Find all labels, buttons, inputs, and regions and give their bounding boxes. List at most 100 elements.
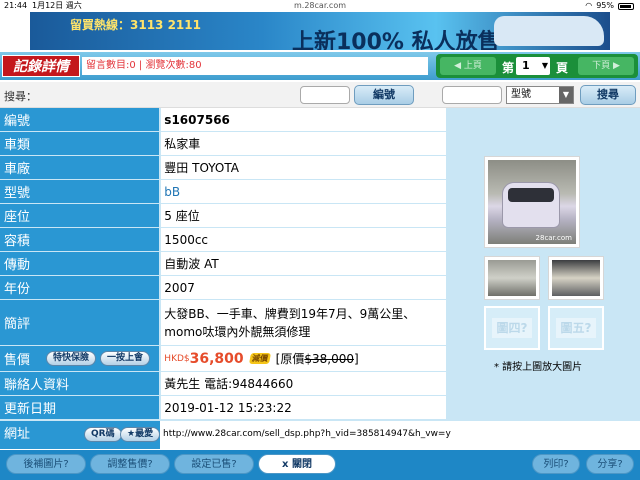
pager: ◀ 上頁 第 1 ▼ 頁 下頁 ▶	[436, 54, 638, 78]
set-sold-button[interactable]: 設定已售?	[174, 454, 254, 474]
search-button[interactable]: 搜尋	[580, 85, 636, 105]
record-header: 記錄詳情 留言數目:0 | 瀏覽次數:80 ◀ 上頁 第 1 ▼ 頁 下頁 ▶	[0, 52, 640, 80]
close-button[interactable]: x 關閉	[258, 454, 336, 474]
main-photo[interactable]: 28car.com	[484, 156, 580, 248]
remarks-label: 簡評	[0, 300, 160, 346]
status-bar: 21:44 1月12日 週六 m.28car.com ◠ 95%	[0, 0, 640, 12]
thumbnail-image	[552, 260, 600, 296]
detail-row-make: 車廠 豐田 TOYOTA	[0, 156, 446, 180]
transmission-value: 自動波 AT	[161, 252, 446, 276]
chevron-down-icon: ▼	[559, 87, 573, 103]
number-label: 編號	[0, 108, 160, 132]
make-value: 豐田 TOYOTA	[161, 156, 446, 180]
year-value: 2007	[161, 276, 446, 300]
next-page-label: 下頁	[592, 61, 611, 71]
photo-watermark: 28car.com	[535, 234, 572, 242]
add-photo-button[interactable]: 後補圖片?	[6, 454, 86, 474]
category-label: 車類	[0, 132, 160, 156]
remarks-value: 大發BB、一手車、牌費到19年7月、9萬公里、momo呔環內外靚無須修理	[161, 300, 446, 346]
thumbnail-image	[488, 260, 536, 296]
search-label: 搜尋：	[4, 90, 37, 103]
model-label: 型號	[0, 180, 160, 204]
next-page-button[interactable]: 下頁 ▶	[578, 57, 634, 75]
detail-row-url: 網址 QR碼 ★最愛 http://www.28car.com/sell_dsp…	[0, 420, 640, 449]
original-price-suffix: ]	[353, 351, 359, 366]
detail-row-updated: 更新日期 2019-01-12 15:23:22	[0, 396, 446, 420]
page-select[interactable]: 1 ▼	[516, 57, 550, 75]
contact-label: 聯絡人資料	[0, 372, 160, 396]
prev-page-button[interactable]: ◀ 上頁	[440, 57, 496, 75]
model-value[interactable]: bB	[161, 180, 446, 204]
battery-icon	[618, 2, 634, 10]
detail-row-seats: 座位 5 座位	[0, 204, 446, 228]
model-search-input[interactable]	[442, 86, 502, 104]
page-suffix: 頁	[556, 61, 569, 75]
photo-slot-4[interactable]: 圖四?	[484, 306, 540, 350]
detail-row-transmission: 傳動 自動波 AT	[0, 252, 446, 276]
enlarge-hint: * 請按上圖放大圖片	[494, 362, 583, 373]
original-price: $38,000	[304, 351, 354, 366]
adjust-price-button[interactable]: 調整售價?	[90, 454, 170, 474]
detail-row-model: 型號 bB	[0, 180, 446, 204]
model-select-value: 型號	[511, 89, 531, 100]
detail-row-engine: 容積 1500cc	[0, 228, 446, 252]
search-number-button[interactable]: 編號	[354, 85, 414, 105]
price-currency: HKD$	[164, 353, 190, 364]
detail-row-contact: 聯絡人資料 黃先生 電話:94844660	[0, 372, 446, 396]
price-value-cell: HKD$ 36,800 減價 [原價 $38,000]	[161, 346, 446, 372]
detail-row-remarks: 簡評 大發BB、一手車、牌費到19年7月、9萬公里、momo呔環內外靚無須修理	[0, 300, 446, 346]
photo-slot-5-label: 圖五?	[556, 318, 596, 338]
view-stats: 留言數目:0 | 瀏覽次數:80	[82, 57, 428, 75]
seats-value: 5 座位	[161, 204, 446, 228]
price-label-cell: 售價 特快保險 一按上會	[0, 346, 160, 372]
express-insurance-button[interactable]: 特快保險	[46, 351, 97, 366]
detail-row-number: 編號 s1607566	[0, 108, 446, 132]
number-value: s1607566	[161, 108, 446, 132]
mortgage-button[interactable]: 一按上會	[100, 351, 151, 366]
record-title: 記錄詳情	[2, 55, 80, 77]
share-button[interactable]: 分享?	[586, 454, 634, 474]
prev-page-label: 上頁	[463, 61, 482, 71]
updated-label: 更新日期	[0, 396, 160, 420]
photo-slot-5[interactable]: 圖五?	[548, 306, 604, 350]
price-label: 售價	[4, 353, 31, 368]
engine-value: 1500cc	[161, 228, 446, 252]
main-photo-image: 28car.com	[488, 160, 576, 244]
photo-thumbnail-2[interactable]	[484, 256, 540, 300]
detail-row-price: 售價 特快保險 一按上會 HKD$ 36,800 減價 [原價 $38,000]	[0, 346, 446, 372]
banner-hotline: 留買熱線：3113 2111	[70, 18, 201, 32]
category-value: 私家車	[161, 132, 446, 156]
address-url[interactable]: m.28car.com	[0, 0, 640, 12]
search-bar: 搜尋： 編號 型號 ▼ 搜尋	[0, 82, 640, 108]
banner-headline: 上新100% 私人放售	[292, 30, 500, 50]
photo-slot-4-label: 圖四?	[492, 318, 532, 338]
bottom-toolbar: 後補圖片? 調整售價? 設定已售? x 關閉 列印? 分享?	[0, 450, 640, 480]
listing-url[interactable]: http://www.28car.com/sell_dsp.php?h_vid=…	[163, 429, 451, 439]
year-label: 年份	[0, 276, 160, 300]
car-windshield-shape	[508, 188, 554, 202]
arrow-left-icon: ◀	[454, 61, 462, 71]
ad-banner[interactable]: 留買熱線：3113 2111 上新100% 私人放售	[30, 12, 610, 50]
status-right: ◠ 95%	[585, 0, 634, 12]
arrow-right-icon: ▶	[612, 61, 620, 71]
model-select[interactable]: 型號 ▼	[506, 86, 574, 104]
qr-code-button[interactable]: QR碼	[84, 427, 122, 442]
print-button[interactable]: 列印?	[532, 454, 580, 474]
seats-label: 座位	[0, 204, 160, 228]
number-search-input[interactable]	[300, 86, 350, 104]
engine-label: 容積	[0, 228, 160, 252]
updated-value: 2019-01-12 15:23:22	[161, 396, 446, 420]
transmission-label: 傳動	[0, 252, 160, 276]
original-price-prefix: [原價	[275, 352, 305, 366]
favourite-button[interactable]: ★最愛	[120, 427, 161, 442]
price-value: 36,800	[189, 350, 244, 367]
page-prefix: 第	[502, 61, 515, 75]
photo-thumbnail-3[interactable]	[548, 256, 604, 300]
chevron-down-icon: ▼	[541, 61, 548, 70]
contact-value[interactable]: 黃先生 電話:94844660	[161, 372, 446, 396]
detail-row-category: 車類 私家車	[0, 132, 446, 156]
make-label: 車廠	[0, 156, 160, 180]
detail-row-year: 年份 2007	[0, 276, 446, 300]
price-reduced-badge: 減價	[248, 353, 271, 364]
wifi-icon: ◠	[585, 1, 593, 10]
